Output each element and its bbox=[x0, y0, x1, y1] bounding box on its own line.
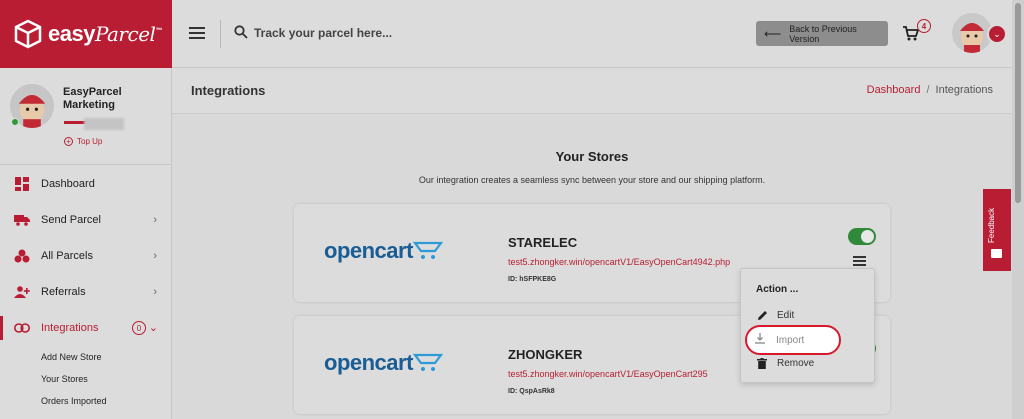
import-menu-item[interactable]: Import bbox=[755, 333, 804, 347]
sidebar-item-label: Dashboard bbox=[41, 178, 95, 190]
sidebar-subitem-add-new-store[interactable]: Add New Store bbox=[0, 346, 172, 368]
main-content: Integrations Dashboard / Integrations Your… bbox=[172, 68, 1012, 419]
sidebar-subitem-your-stores[interactable]: Your Stores bbox=[0, 368, 172, 390]
sidebar-item-label: Send Parcel bbox=[41, 214, 101, 226]
plus-circle-icon: + bbox=[64, 137, 73, 146]
feedback-label: Feedback bbox=[987, 207, 996, 243]
mascot-avatar-icon bbox=[960, 23, 984, 53]
edit-label: Edit bbox=[777, 310, 795, 321]
trash-icon bbox=[756, 358, 768, 369]
scrollbar-thumb[interactable] bbox=[1015, 3, 1021, 203]
sidebar-item-send-parcel[interactable]: Send Parcel › bbox=[0, 202, 172, 238]
page-header: Integrations Dashboard / Integrations bbox=[172, 68, 1012, 114]
chevron-right-icon: › bbox=[153, 286, 157, 298]
sidebar-item-label: Integrations bbox=[41, 322, 99, 334]
top-up-label: Top Up bbox=[77, 137, 103, 146]
sidebar-subitem-orders-imported[interactable]: Orders Imported bbox=[0, 390, 172, 412]
store-name: ZHONGKER bbox=[508, 347, 583, 362]
sidebar-item-label: All Parcels bbox=[41, 250, 93, 262]
brand-name: easyParcel™ bbox=[48, 21, 162, 46]
page-title: Integrations bbox=[191, 83, 266, 98]
sidebar-item-dashboard[interactable]: Dashboard bbox=[0, 166, 172, 202]
store-id: ID: QspAsRk8 bbox=[508, 388, 555, 395]
profile-panel: EasyParcel Marketing + Top Up bbox=[0, 68, 171, 165]
page-scrollbar[interactable] bbox=[1012, 0, 1024, 419]
chevron-right-icon: › bbox=[153, 214, 157, 226]
dashboard-icon bbox=[14, 177, 30, 191]
link-icon bbox=[14, 321, 30, 335]
store-enable-toggle[interactable] bbox=[848, 228, 876, 245]
parcels-icon bbox=[14, 249, 30, 263]
remove-label: Remove bbox=[777, 358, 815, 369]
chevron-down-icon[interactable]: ⌄ bbox=[987, 24, 1007, 44]
sidebar-item-integrations[interactable]: Integrations 0 ⌄ bbox=[0, 310, 172, 346]
user-avatar[interactable] bbox=[952, 13, 992, 53]
download-icon bbox=[755, 333, 767, 347]
breadcrumb-separator: / bbox=[926, 84, 930, 96]
store-url[interactable]: test5.zhongker.win/opencartV1/EasyOpenCa… bbox=[508, 257, 730, 267]
dropdown-title: Action ... bbox=[756, 284, 799, 295]
divider bbox=[220, 20, 221, 48]
online-status-dot bbox=[11, 118, 19, 126]
profile-name: EasyParcel Marketing bbox=[63, 86, 122, 111]
section-subtitle: Our integration creates a seamless sync … bbox=[418, 175, 766, 185]
box-logo-icon bbox=[14, 19, 42, 49]
remove-menu-item[interactable]: Remove bbox=[756, 358, 814, 369]
search-icon bbox=[234, 25, 248, 39]
user-plus-icon bbox=[14, 285, 30, 299]
sidebar-item-referrals[interactable]: Referrals › bbox=[0, 274, 172, 310]
cart-count-badge: 4 bbox=[917, 19, 931, 33]
opencart-cart-icon bbox=[412, 353, 443, 371]
chevron-down-icon: ⌄ bbox=[148, 322, 158, 334]
sidebar-nav: Dashboard Send Parcel › All Parcels › Re… bbox=[0, 166, 172, 412]
truck-icon bbox=[14, 213, 30, 227]
sidebar-item-label: Referrals bbox=[41, 286, 86, 298]
feedback-icon bbox=[991, 249, 1002, 258]
feedback-tab[interactable]: Feedback bbox=[983, 189, 1011, 271]
balance-indicator bbox=[64, 118, 124, 130]
import-label: Import bbox=[776, 334, 805, 346]
pencil-icon bbox=[756, 310, 768, 321]
chevron-right-icon: › bbox=[153, 250, 157, 262]
store-name: STARELEC bbox=[508, 235, 578, 250]
top-bar: Track your parcel here... ⟵ Back to Prev… bbox=[172, 0, 1012, 68]
sidebar-item-all-parcels[interactable]: All Parcels › bbox=[0, 238, 172, 274]
opencart-logo: opencart bbox=[324, 350, 443, 376]
breadcrumb-dashboard[interactable]: Dashboard bbox=[867, 84, 921, 96]
brand-logo[interactable]: easyParcel™ bbox=[0, 0, 172, 68]
arrow-left-icon: ⟵ bbox=[764, 26, 782, 41]
integrations-count-badge: 0 bbox=[132, 321, 146, 335]
search-input[interactable]: Track your parcel here... bbox=[254, 26, 392, 40]
breadcrumb: Dashboard / Integrations bbox=[867, 84, 993, 96]
back-to-previous-version-button[interactable]: ⟵ Back to Previous Version bbox=[756, 21, 888, 46]
edit-menu-item[interactable]: Edit bbox=[756, 310, 794, 321]
opencart-cart-icon bbox=[412, 241, 443, 259]
section-title: Your Stores bbox=[555, 149, 629, 164]
back-button-label: Back to Previous Version bbox=[789, 23, 857, 44]
opencart-logo: opencart bbox=[324, 238, 443, 264]
sidebar: EasyParcel Marketing + Top Up Dashboard … bbox=[0, 68, 172, 419]
store-menu-icon[interactable] bbox=[853, 256, 866, 266]
breadcrumb-current: Integrations bbox=[935, 84, 993, 96]
store-id: ID: hSFPKE8G bbox=[508, 276, 557, 283]
top-up-link[interactable]: + Top Up bbox=[64, 137, 102, 146]
hamburger-menu-icon[interactable] bbox=[189, 27, 205, 40]
store-url[interactable]: test5.zhongker.win/opencartV1/EasyOpenCa… bbox=[508, 369, 708, 379]
